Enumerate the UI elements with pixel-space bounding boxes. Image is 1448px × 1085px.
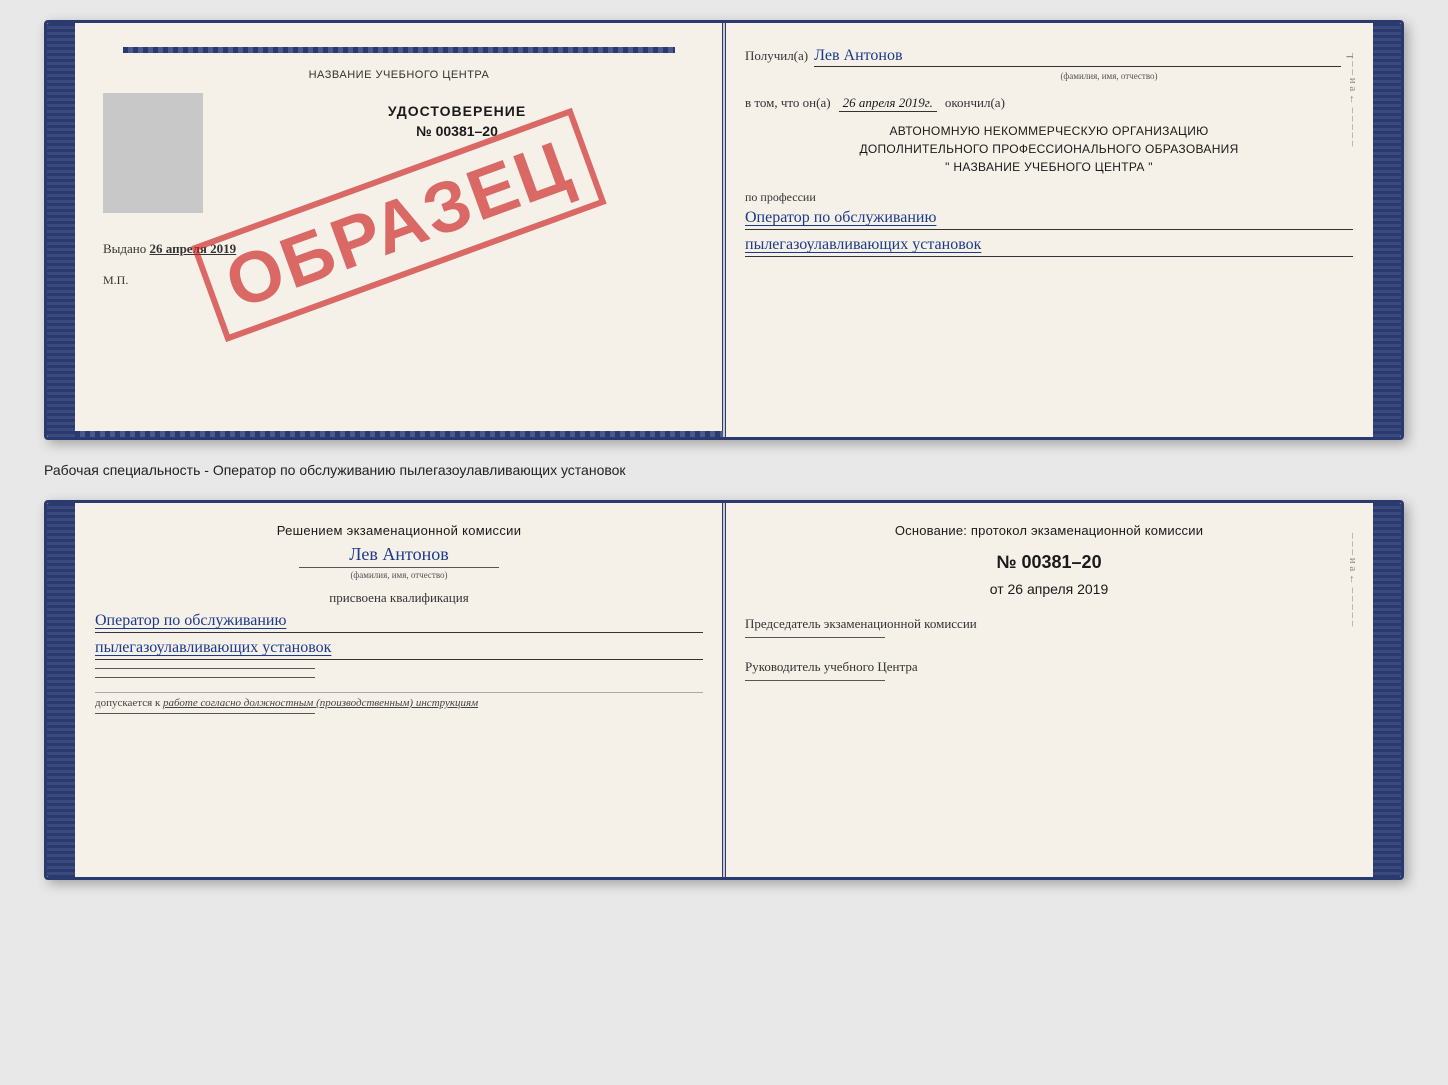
- binding-right-top: [1373, 23, 1401, 437]
- bottom-cert-right-page: Основание: протокол экзаменационной коми…: [725, 503, 1373, 877]
- binding-right-bottom: [1373, 503, 1401, 877]
- received-line: Получил(а) Лев Антонов –: [745, 47, 1353, 67]
- top-certificate-book: НАЗВАНИЕ УЧЕБНОГО ЦЕНТРА УДОСТОВЕРЕНИЕ №…: [44, 20, 1404, 440]
- received-name: Лев Антонов: [814, 47, 1340, 67]
- protocol-date: от 26 апреля 2019: [745, 581, 1353, 597]
- bottom-cert-left-page: Решением экзаменационной комиссии Лев Ан…: [75, 503, 725, 877]
- admitted-value: работе согласно должностным (производств…: [163, 697, 478, 709]
- qualification-line2: пылегазоулавливающих установок: [95, 639, 703, 660]
- protocol-date-value: 26 апреля 2019: [1008, 581, 1109, 597]
- inner-border-bottom: [75, 431, 723, 437]
- profession-line1: Оператор по обслуживанию: [745, 209, 1353, 230]
- cert-number: № 00381–20: [219, 123, 695, 139]
- admitted-section: допускается к работе согласно должностны…: [95, 692, 703, 709]
- binding-left: [47, 23, 75, 437]
- bottom-person-name: Лев Антонов: [95, 544, 703, 565]
- cert-photo: [103, 93, 203, 213]
- org-text: АВТОНОМНУЮ НЕКОММЕРЧЕСКУЮ ОРГАНИЗАЦИЮ ДО…: [745, 122, 1353, 176]
- binding-left-bottom: [47, 503, 75, 877]
- right-margin-bottom: – – – и а ← – – – – –: [1341, 533, 1365, 626]
- date-suffix: окончил(а): [945, 95, 1005, 111]
- chairman-signature-line: [745, 637, 885, 638]
- profession-label: по профессии: [745, 190, 1353, 205]
- middle-text: Рабочая специальность - Оператор по обсл…: [44, 452, 1404, 488]
- date-prefix: в том, что он(а): [745, 95, 831, 111]
- admitted-label: допускается к: [95, 697, 160, 709]
- bottom-certificate-book: Решением экзаменационной комиссии Лев Ан…: [44, 500, 1404, 880]
- cert-header: НАЗВАНИЕ УЧЕБНОГО ЦЕНТРА: [103, 69, 695, 81]
- top-cert-left-page: НАЗВАНИЕ УЧЕБНОГО ЦЕНТРА УДОСТОВЕРЕНИЕ №…: [75, 23, 725, 437]
- top-cert-right-page: Получил(а) Лев Антонов – (фамилия, имя, …: [725, 23, 1373, 437]
- cert-issued-label: Выдано: [103, 241, 146, 256]
- protocol-date-prefix: от: [990, 581, 1004, 597]
- qualification-line1: Оператор по обслуживанию: [95, 612, 703, 633]
- received-label: Получил(а): [745, 48, 808, 64]
- right-margin-top: – – – и а ← – – – – –: [1341, 53, 1365, 146]
- protocol-number: № 00381–20: [745, 552, 1353, 573]
- date-line: в том, что он(а) 26 апреля 2019г. окончи…: [745, 95, 1353, 112]
- document-container: НАЗВАНИЕ УЧЕБНОГО ЦЕНТРА УДОСТОВЕРЕНИЕ №…: [44, 20, 1404, 880]
- fio-label-top: (фамилия, имя, отчество): [865, 71, 1353, 81]
- fio-label-bottom: (фамилия, имя, отчество): [95, 570, 703, 580]
- org-line2: ДОПОЛНИТЕЛЬНОГО ПРОФЕССИОНАЛЬНОГО ОБРАЗО…: [745, 140, 1353, 158]
- cert-title: УДОСТОВЕРЕНИЕ: [219, 103, 695, 119]
- cert-issued-date: 26 апреля 2019: [150, 241, 237, 256]
- date-value: 26 апреля 2019г.: [839, 95, 937, 112]
- osnovaniye-text: Основание: протокол экзаменационной коми…: [745, 523, 1353, 538]
- profession-line2: пылегазоулавливающих установок: [745, 236, 1353, 257]
- org-line1: АВТОНОМНУЮ НЕКОММЕРЧЕСКУЮ ОРГАНИЗАЦИЮ: [745, 122, 1353, 140]
- chairman-label: Председатель экзаменационной комиссии: [745, 615, 1353, 633]
- cert-mp: М.П.: [103, 273, 695, 288]
- org-line3: " НАЗВАНИЕ УЧЕБНОГО ЦЕНТРА ": [745, 158, 1353, 176]
- director-signature-line: [745, 680, 885, 681]
- decision-text: Решением экзаменационной комиссии: [95, 523, 703, 538]
- qualification-label: присвоена квалификация: [95, 590, 703, 606]
- director-label: Руководитель учебного Центра: [745, 658, 1353, 676]
